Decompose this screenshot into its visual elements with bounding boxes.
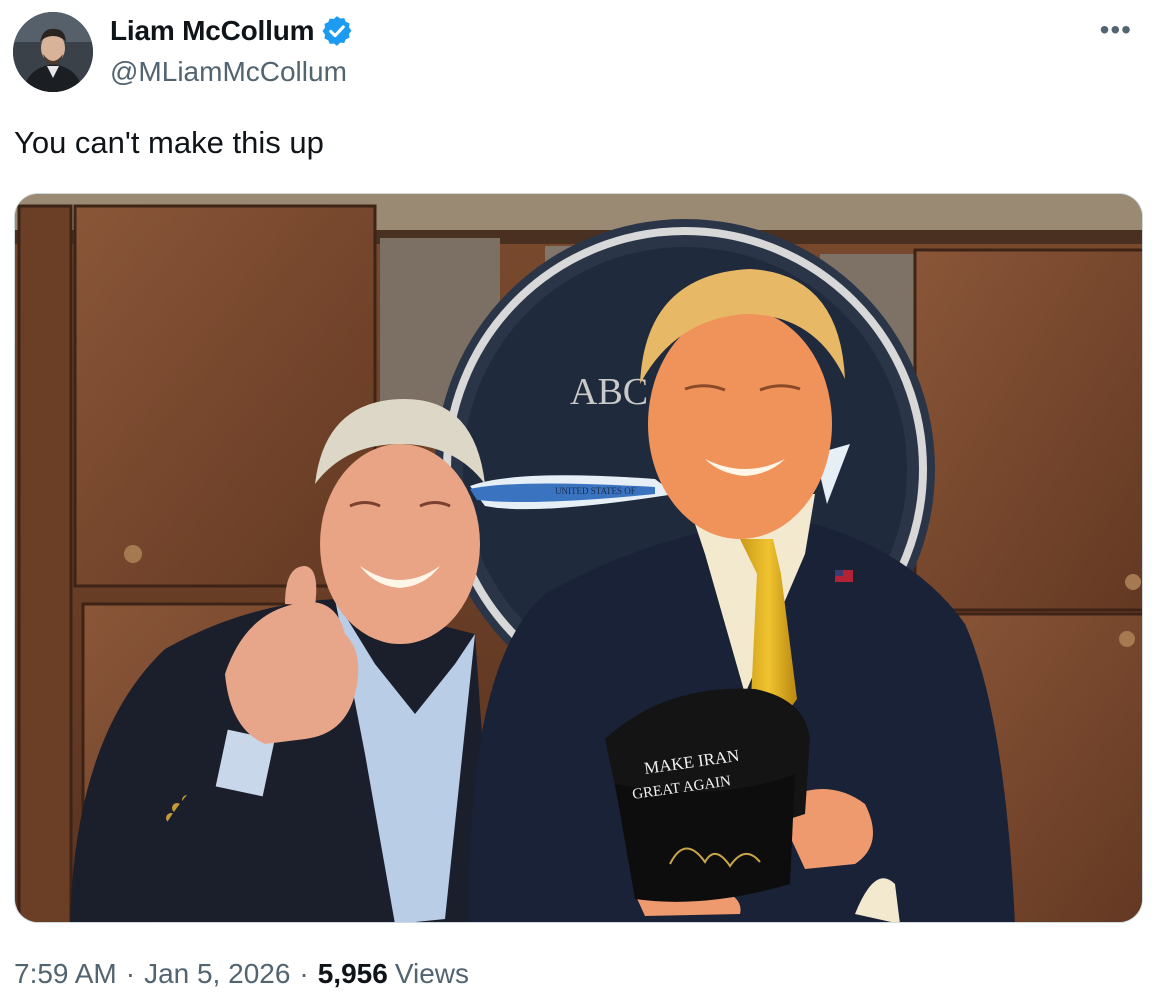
verified-badge-icon — [320, 14, 354, 48]
views-label[interactable]: Views — [395, 958, 469, 990]
meta-separator: · — [299, 958, 309, 989]
views-count[interactable]: 5,956 — [318, 958, 388, 990]
author-display-name[interactable]: Liam McCollum — [110, 15, 315, 47]
author-handle[interactable]: @MLiamMcCollum — [110, 56, 347, 88]
tweet-meta: 7:59 AM · Jan 5, 2026 · 5,956 Views — [14, 958, 469, 990]
tweet-date[interactable]: Jan 5, 2026 — [144, 958, 290, 990]
avatar-image — [13, 12, 93, 92]
seal-text: ABC — [570, 371, 648, 413]
tweet-text: You can't make this up — [14, 125, 324, 160]
author-avatar[interactable] — [13, 12, 93, 92]
more-horizontal-icon[interactable]: ••• — [1100, 16, 1132, 44]
plane-text: UNITED STATES OF — [555, 486, 636, 496]
photo-image: ABC UNITED STATES OF MAKE IRAN GREAT AGA… — [15, 194, 1142, 922]
tweet-photo[interactable]: ABC UNITED STATES OF MAKE IRAN GREAT AGA… — [14, 193, 1143, 923]
tweet-time[interactable]: 7:59 AM — [14, 958, 117, 990]
meta-separator: · — [125, 958, 136, 989]
